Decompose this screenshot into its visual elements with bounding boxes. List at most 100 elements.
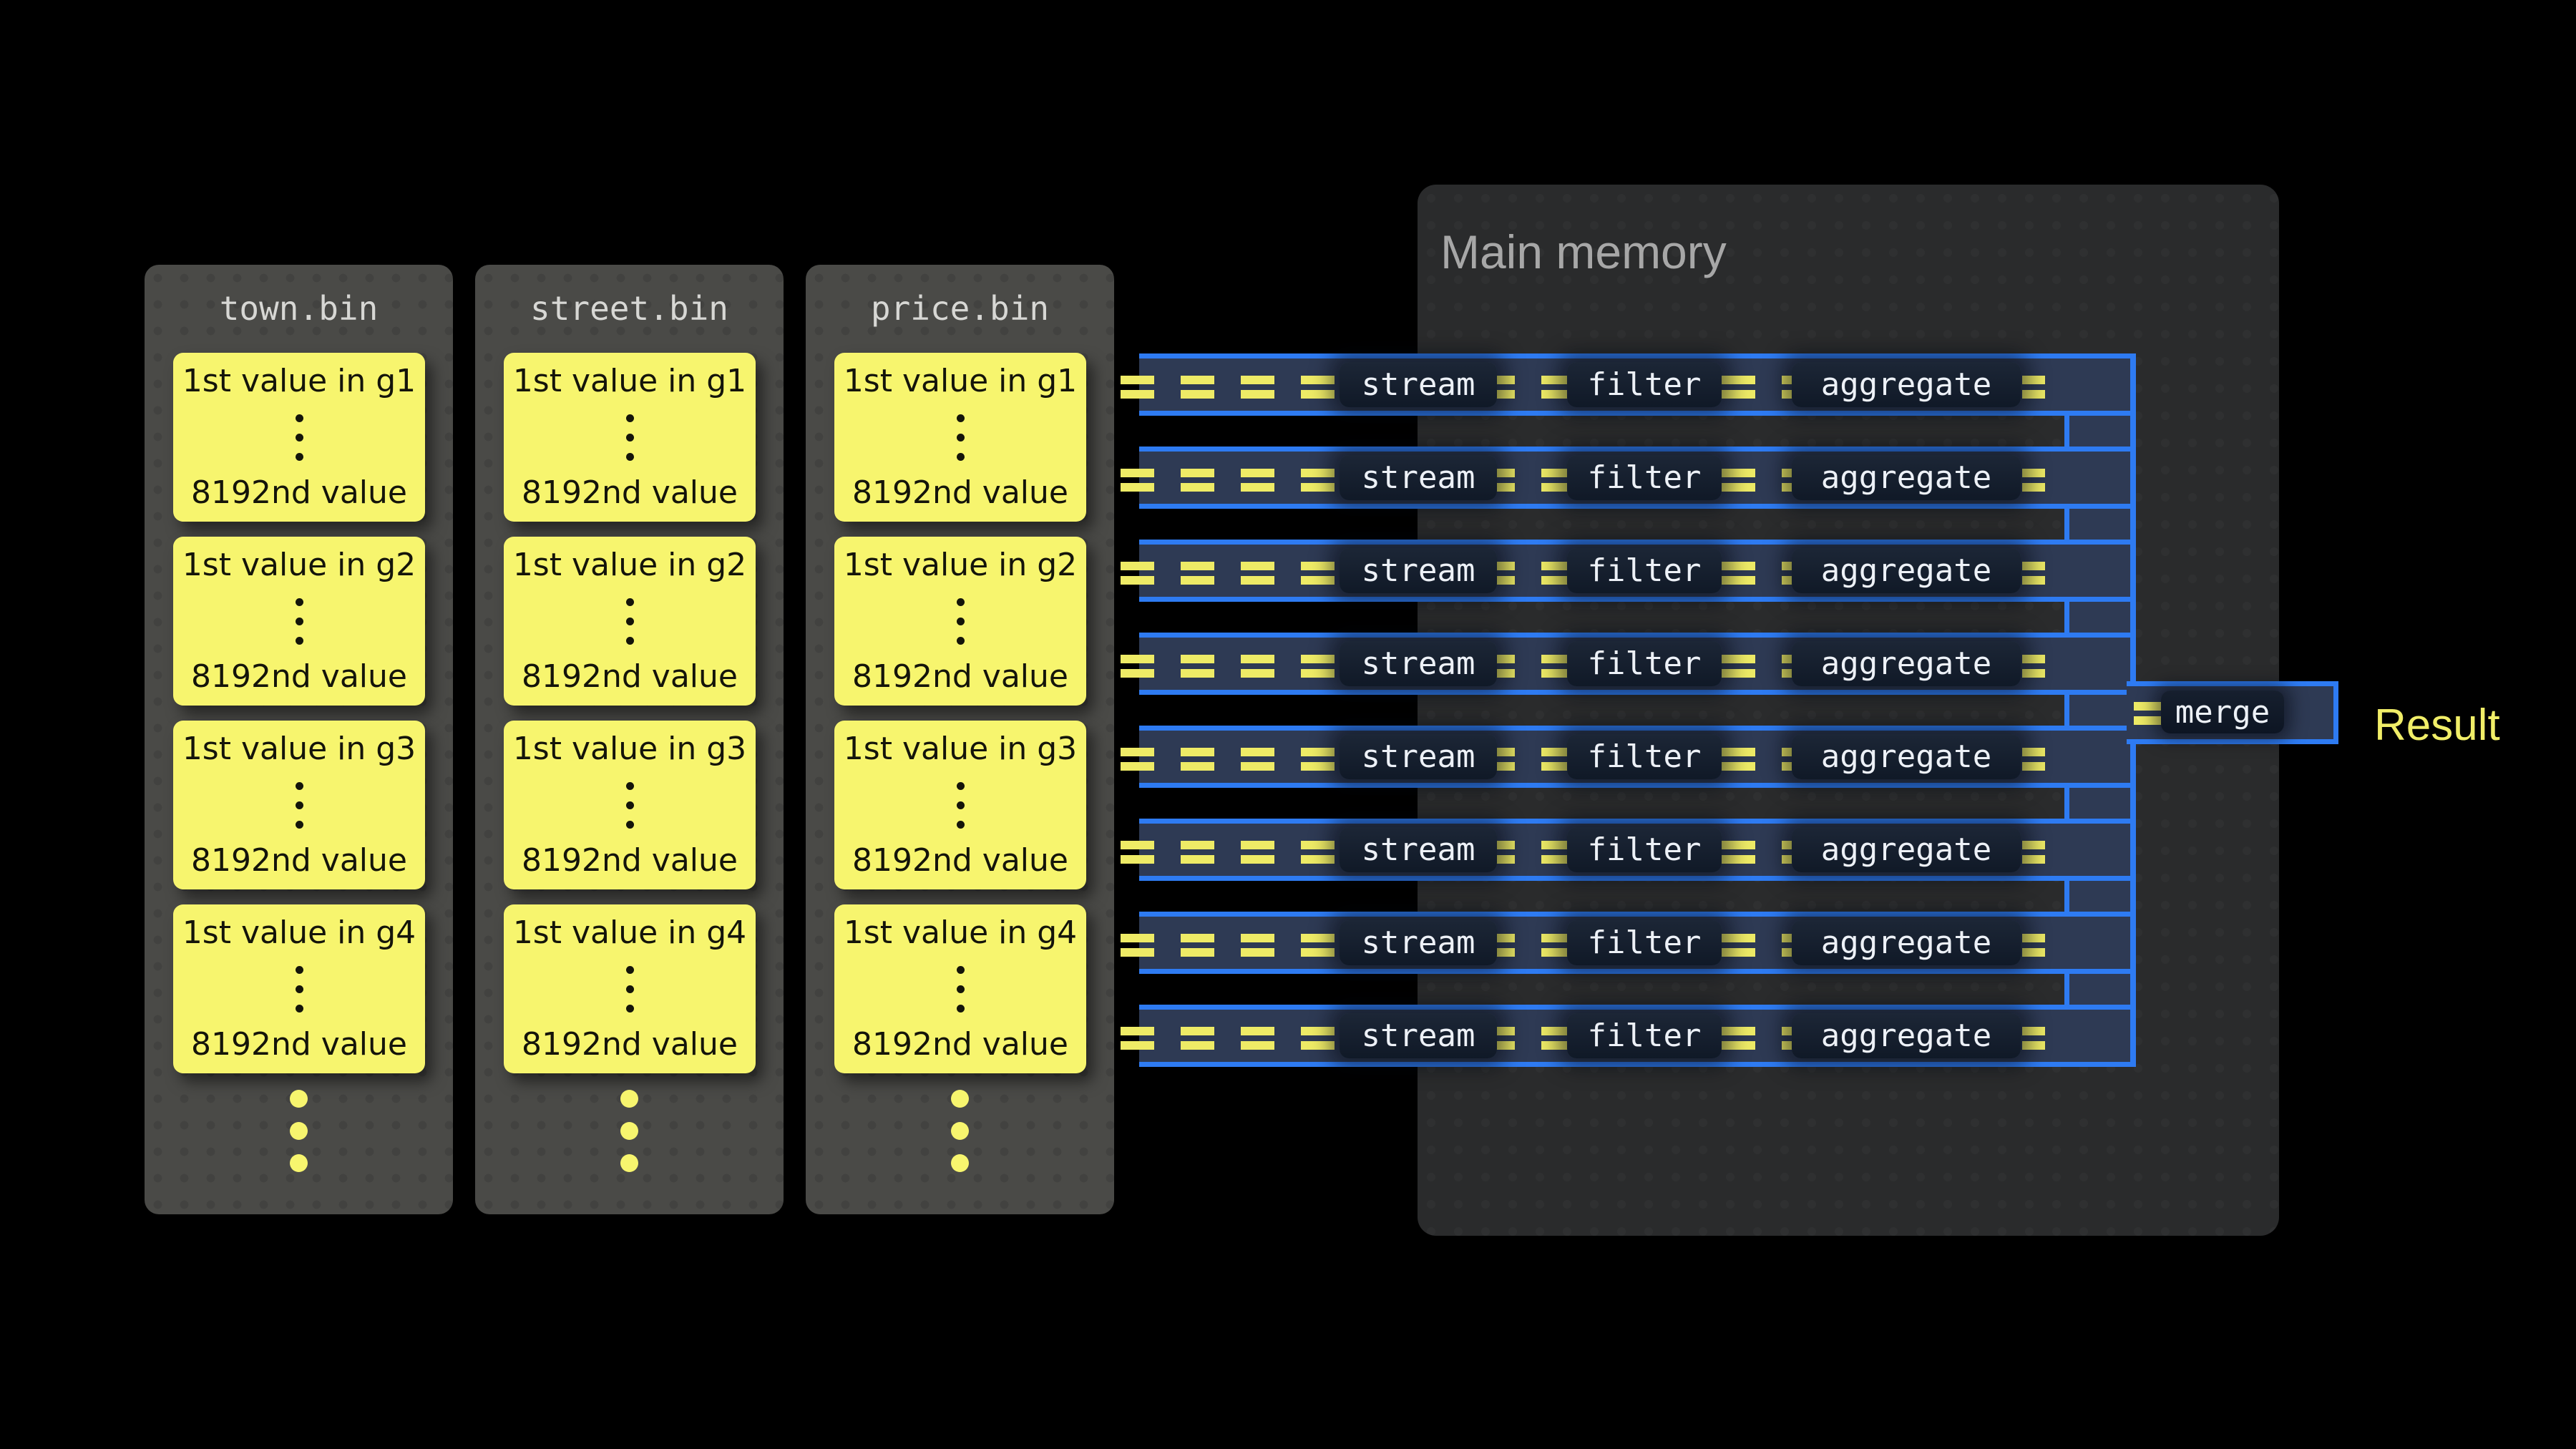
group-last-value-label: 8192nd value [852,1028,1068,1062]
stream-operator-chip: stream [1340,734,1497,779]
stream-label: stream [1362,459,1475,496]
ellipsis-vertical-icon [957,966,965,1013]
ellipsis-vertical-icon [296,414,303,461]
filter-label: filter [1588,738,1702,775]
aggregate-operator-chip: aggregate [1792,455,2021,500]
aggregate-operator-chip: aggregate [1792,548,2021,593]
main-memory-title: Main memory [1440,225,1727,279]
pipeline-row-4: stream filter aggregate [1139,633,2130,695]
aggregate-operator-chip: aggregate [1792,362,2021,407]
filter-operator-chip: filter [1567,455,1722,500]
group-first-value-label: 1st value in g3 [182,732,416,766]
ellipsis-vertical-icon [626,782,634,829]
stream-label: stream [1362,366,1475,403]
pipeline-row-5: stream filter aggregate [1139,726,2130,788]
aggregate-label: aggregate [1821,738,1991,775]
filter-label: filter [1588,924,1702,961]
ellipsis-vertical-icon [296,966,303,1013]
group-first-value-label: 1st value in g2 [844,548,1077,582]
group-last-value-label: 8192nd value [522,1028,738,1062]
group-first-value-label: 1st value in g4 [844,916,1077,950]
file-column-street: street.bin 1st value in g1 8192nd value … [475,265,784,1214]
stream-label: stream [1362,924,1475,961]
value-block: 1st value in g4 8192nd value [504,904,756,1073]
aggregate-label: aggregate [1821,459,1991,496]
merge-label: merge [2175,694,2270,731]
group-last-value-label: 8192nd value [191,476,407,510]
stream-operator-chip: stream [1340,827,1497,872]
value-block: 1st value in g1 8192nd value [834,353,1086,522]
pipeline-row-2: stream filter aggregate [1139,447,2130,509]
filter-label: filter [1588,1018,1702,1054]
group-first-value-label: 1st value in g1 [513,364,746,399]
filter-operator-chip: filter [1567,641,1722,686]
group-last-value-label: 8192nd value [522,660,738,694]
filter-label: filter [1588,831,1702,868]
stream-label: stream [1362,831,1475,868]
ellipsis-vertical-icon [626,598,634,645]
ellipsis-vertical-icon [626,966,634,1013]
stream-operator-chip: stream [1340,362,1497,407]
file-column-title: street.bin [475,289,784,328]
stream-operator-chip: stream [1340,641,1497,686]
stream-operator-chip: stream [1340,548,1497,593]
aggregate-label: aggregate [1821,552,1991,589]
value-block: 1st value in g2 8192nd value [834,537,1086,706]
filter-label: filter [1588,552,1702,589]
pipeline-row-3: stream filter aggregate [1139,540,2130,602]
ellipsis-vertical-icon [957,598,965,645]
file-column-title: price.bin [806,289,1114,328]
more-groups-ellipsis-icon [806,1090,1114,1172]
more-groups-ellipsis-icon [145,1090,453,1172]
aggregate-operator-chip: aggregate [1792,641,2021,686]
file-column-price: price.bin 1st value in g1 8192nd value 1… [806,265,1114,1214]
stream-label: stream [1362,645,1475,682]
file-column-town: town.bin 1st value in g1 8192nd value 1s… [145,265,453,1214]
stream-operator-chip: stream [1340,920,1497,965]
filter-label: filter [1588,645,1702,682]
group-last-value-label: 8192nd value [852,844,1068,878]
group-first-value-label: 1st value in g4 [182,916,416,950]
stream-label: stream [1362,552,1475,589]
group-last-value-label: 8192nd value [191,660,407,694]
value-block: 1st value in g3 8192nd value [504,721,756,889]
stream-label: stream [1362,738,1475,775]
pipeline-row-7: stream filter aggregate [1139,912,2130,974]
filter-label: filter [1588,366,1702,403]
value-block: 1st value in g2 8192nd value [173,537,425,706]
filter-label: filter [1588,459,1702,496]
value-block: 1st value in g2 8192nd value [504,537,756,706]
group-first-value-label: 1st value in g3 [513,732,746,766]
group-last-value-label: 8192nd value [852,476,1068,510]
stream-operator-chip: stream [1340,1013,1497,1058]
ellipsis-vertical-icon [296,782,303,829]
aggregate-operator-chip: aggregate [1792,1013,2021,1058]
result-label: Result [2374,700,2500,751]
aggregate-label: aggregate [1821,366,1991,403]
value-block: 1st value in g3 8192nd value [834,721,1086,889]
group-first-value-label: 1st value in g1 [182,364,416,399]
value-block: 1st value in g3 8192nd value [173,721,425,889]
pipeline-row-8: stream filter aggregate [1139,1005,2130,1067]
value-block: 1st value in g4 8192nd value [834,904,1086,1073]
ellipsis-vertical-icon [626,414,634,461]
ellipsis-vertical-icon [296,598,303,645]
group-first-value-label: 1st value in g3 [844,732,1077,766]
filter-operator-chip: filter [1567,1013,1722,1058]
ellipsis-vertical-icon [957,782,965,829]
filter-operator-chip: filter [1567,362,1722,407]
stream-operator-chip: stream [1340,455,1497,500]
group-first-value-label: 1st value in g2 [513,548,746,582]
value-block: 1st value in g4 8192nd value [173,904,425,1073]
group-last-value-label: 8192nd value [191,1028,407,1062]
group-last-value-label: 8192nd value [852,660,1068,694]
filter-operator-chip: filter [1567,827,1722,872]
merge-bar: merge [2127,681,2338,744]
file-column-title: town.bin [145,289,453,328]
aggregate-label: aggregate [1821,831,1991,868]
aggregate-operator-chip: aggregate [1792,920,2021,965]
aggregate-operator-chip: aggregate [1792,827,2021,872]
more-groups-ellipsis-icon [475,1090,784,1172]
group-last-value-label: 8192nd value [522,476,738,510]
aggregate-label: aggregate [1821,1018,1991,1054]
